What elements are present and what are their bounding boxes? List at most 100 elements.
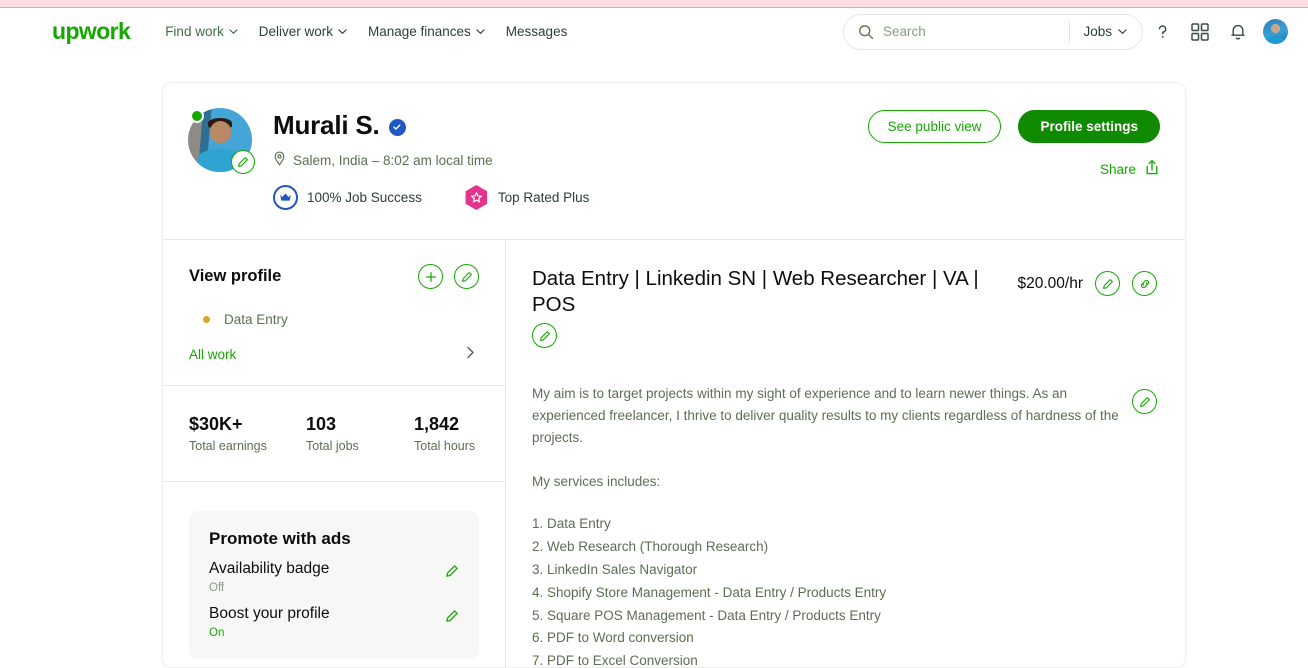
page-root: upwork Find work Deliver work Manage fin…	[0, 0, 1308, 668]
edit-job-title-button[interactable]	[532, 323, 557, 349]
online-status-indicator	[190, 109, 204, 123]
avatar-detail	[209, 120, 231, 143]
map-pin-icon	[273, 151, 286, 169]
search-scope-label: Jobs	[1083, 24, 1112, 39]
nav-item-messages[interactable]: Messages	[506, 24, 568, 39]
location-row: Salem, India – 8:02 am local time	[273, 151, 493, 169]
specialized-profile-data-entry[interactable]: Data Entry	[203, 312, 479, 327]
stat-total-hours: 1,842 Total hours	[414, 414, 475, 453]
verified-badge-icon	[388, 118, 406, 136]
nav-label: Deliver work	[258, 24, 333, 39]
chevron-down-icon	[1118, 27, 1127, 35]
browser-top-strip	[0, 0, 1308, 8]
service-item: 1. Data Entry	[532, 516, 611, 532]
avatar[interactable]	[188, 108, 255, 174]
promote-item-text: Availability badge Off	[209, 560, 329, 594]
job-title: Data Entry | Linkedin SN | Web Researche…	[532, 267, 979, 316]
all-work-label: All work	[189, 346, 237, 362]
profile-card: Murali S. Salem, India – 8:02 am local t…	[162, 82, 1186, 668]
promote-item-boost-profile: Boost your profile On	[209, 605, 459, 639]
stat-total-earnings: $30K+ Total earnings	[189, 414, 306, 453]
share-upload-icon	[1144, 159, 1160, 179]
view-profile-actions	[418, 264, 479, 289]
header-user-avatar[interactable]	[1263, 19, 1288, 44]
stat-label: Total hours	[414, 439, 476, 453]
specialized-profile-label: Data Entry	[224, 312, 288, 327]
profile-body: View profile Data Entry All work $30K+ T…	[163, 240, 1185, 668]
service-item: 4. Shopify Store Management - Data Entry…	[532, 584, 887, 600]
promote-item-state: On	[209, 627, 225, 639]
promote-with-ads-card: Promote with ads Availability badge Off	[189, 511, 479, 659]
job-success-label: 100% Job Success	[307, 190, 422, 205]
service-item: 3. LinkedIn Sales Navigator	[532, 561, 698, 577]
chevron-down-icon	[476, 27, 485, 35]
apps-grid-icon[interactable]	[1181, 13, 1219, 51]
profile-badges: 100% Job Success Top Rated Plus	[273, 185, 589, 210]
view-profile-section: View profile Data Entry All work	[163, 240, 505, 362]
profile-main-content: Data Entry | Linkedin SN | Web Researche…	[506, 240, 1185, 668]
promote-item-name: Boost your profile	[209, 605, 330, 622]
all-work-link[interactable]: All work	[189, 346, 479, 362]
overview-paragraph: My aim is to target projects within my s…	[532, 386, 1119, 445]
edit-overview-button[interactable]	[1132, 389, 1157, 415]
profile-name-row: Murali S.	[273, 110, 406, 141]
view-profile-title: View profile	[189, 267, 282, 285]
profile-sidebar: View profile Data Entry All work $30K+ T…	[163, 240, 505, 667]
overview-section: My aim is to target projects within my s…	[532, 383, 1157, 449]
edit-availability-badge-button[interactable]	[445, 564, 459, 583]
status-dot-icon	[203, 316, 210, 323]
promote-item-name: Availability badge	[209, 560, 330, 577]
header-right-group: Jobs	[843, 9, 1294, 54]
services-list: 1. Data Entry 2. Web Research (Thorough …	[532, 513, 1157, 668]
add-specialized-profile-button[interactable]	[418, 264, 443, 289]
view-profile-header: View profile	[189, 264, 479, 289]
chevron-right-icon	[466, 346, 475, 362]
service-item: 6. PDF to Word conversion	[532, 630, 694, 646]
service-item: 2. Web Research (Thorough Research)	[532, 539, 769, 555]
job-title-row: Data Entry | Linkedin SN | Web Researche…	[532, 266, 1157, 349]
job-title-block: Data Entry | Linkedin SN | Web Researche…	[532, 266, 1002, 349]
nav-item-deliver-work[interactable]: Deliver work	[258, 24, 347, 39]
edit-rate-button[interactable]	[1095, 271, 1120, 296]
link-chain-icon[interactable]	[1132, 271, 1157, 296]
notifications-bell-icon[interactable]	[1219, 13, 1257, 51]
site-header: upwork Find work Deliver work Manage fin…	[0, 9, 1308, 54]
profile-header: Murali S. Salem, India – 8:02 am local t…	[163, 83, 1185, 239]
profile-settings-button[interactable]: Profile settings	[1018, 110, 1160, 143]
hourly-rate: $20.00/hr	[1017, 274, 1084, 292]
stat-value: $30K+	[189, 414, 243, 434]
search-scope-select[interactable]: Jobs	[1070, 24, 1142, 39]
stat-label: Total jobs	[306, 439, 359, 453]
promote-title: Promote with ads	[209, 529, 351, 548]
see-public-view-button[interactable]: See public view	[867, 110, 1002, 143]
search-bar[interactable]: Jobs	[843, 13, 1143, 50]
avatar-edit-button[interactable]	[231, 150, 255, 174]
nav-label: Find work	[165, 24, 224, 39]
main-nav: Find work Deliver work Manage finances M…	[165, 24, 567, 39]
promote-item-state: Off	[209, 582, 225, 594]
stat-total-jobs: 103 Total jobs	[306, 414, 414, 453]
promote-item-availability-badge: Availability badge Off	[209, 560, 459, 594]
job-success-badge[interactable]: 100% Job Success	[273, 185, 422, 210]
nav-item-manage-finances[interactable]: Manage finances	[368, 24, 485, 39]
services-intro: My services includes:	[532, 473, 661, 489]
edit-boost-profile-button[interactable]	[445, 609, 459, 628]
service-item: 7. PDF to Excel Conversion	[532, 653, 698, 668]
nav-item-find-work[interactable]: Find work	[165, 24, 238, 39]
stat-value: 103	[306, 414, 337, 434]
chevron-down-icon	[338, 27, 347, 35]
top-rated-plus-star-icon	[465, 185, 488, 210]
stat-label: Total earnings	[189, 439, 267, 453]
top-rated-plus-badge[interactable]: Top Rated Plus	[464, 185, 589, 210]
edit-profile-button[interactable]	[454, 264, 479, 289]
stat-value: 1,842	[414, 414, 460, 434]
location-text: Salem, India – 8:02 am local time	[293, 152, 493, 168]
share-button[interactable]: Share	[1100, 159, 1160, 179]
upwork-logo[interactable]: upwork	[52, 20, 131, 43]
stats-row: $30K+ Total earnings 103 Total jobs 1,84…	[163, 386, 505, 453]
sidebar-divider-2	[163, 481, 505, 482]
help-icon[interactable]	[1143, 13, 1181, 51]
search-input[interactable]	[883, 24, 1070, 39]
service-item: 5. Square POS Management - Data Entry / …	[532, 607, 881, 623]
job-success-crown-icon	[273, 185, 298, 210]
